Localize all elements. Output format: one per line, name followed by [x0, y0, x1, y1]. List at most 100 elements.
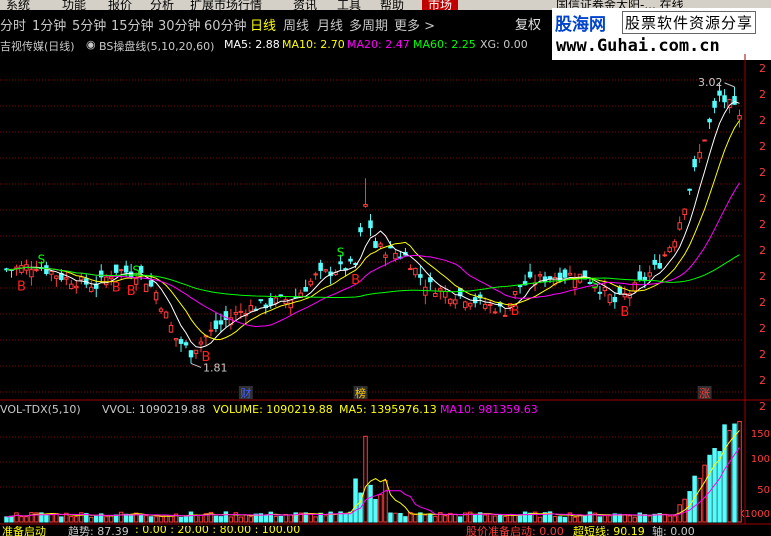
price-axis-label: 2 [759, 296, 766, 309]
volume-bar [213, 515, 219, 523]
candle-body [697, 151, 702, 159]
candle-body [732, 96, 737, 105]
candle-body [34, 268, 39, 271]
volume-bar [398, 512, 403, 523]
volume-bar [238, 516, 244, 523]
volume-bar [188, 511, 194, 523]
candle-body [482, 303, 488, 309]
volume-bar [59, 516, 64, 523]
candle-body [148, 280, 154, 287]
candle-body [702, 139, 707, 142]
candle-body [682, 208, 687, 216]
candle-body [383, 254, 388, 258]
volume-bar [627, 515, 633, 523]
candle-body [418, 274, 423, 278]
volume-bar [607, 515, 613, 523]
volume-bar [118, 511, 124, 523]
candle-body [637, 271, 643, 281]
high-price-label: 3.02 [698, 76, 723, 89]
volume-bar [732, 423, 737, 523]
volume-bar [353, 478, 358, 523]
event-marker-label: 榜 [355, 386, 366, 400]
buy-signal-mark: B [351, 273, 360, 288]
candle-body [323, 269, 328, 272]
candle-body [49, 270, 54, 275]
candle-body [492, 311, 498, 314]
volume-bar [707, 454, 712, 523]
volume-bar [373, 499, 378, 523]
candle-body [717, 90, 722, 96]
candle-body [393, 252, 398, 260]
candle-body [308, 280, 313, 286]
kline-chart[interactable]: 2222222222222215010050X10003.021.81B B BBB… [0, 0, 771, 536]
sell-signal-mark: S [337, 246, 345, 260]
candle-body [463, 301, 468, 309]
candle-body [677, 222, 682, 230]
bottom-indicator-bar: 准备启动 趋势: 87.39 : 0.00 : 20.00 : 80.00 : … [0, 526, 771, 536]
bottom-label: 准备启动 [2, 526, 46, 536]
volume-bar [642, 514, 648, 523]
candle-body [173, 338, 179, 341]
volume-bar [153, 516, 159, 523]
volume-bar [248, 516, 254, 523]
volume-bar [49, 513, 54, 523]
vol-ma5-value: MA5: 1395976.13 [339, 403, 437, 416]
candle-body [183, 342, 189, 346]
volume-bar [587, 511, 593, 523]
candle-body [153, 292, 159, 301]
candle-body [722, 95, 727, 103]
vol-indicator-name[interactable]: VOL-TDX(5,10) [0, 403, 81, 416]
bottom-axis: 轴: 0.00 [652, 526, 695, 536]
candle-body [69, 283, 74, 290]
candle-body [168, 324, 174, 333]
candle-body [542, 276, 548, 283]
volume-bar [363, 435, 368, 523]
volume-bar [308, 512, 313, 523]
volume-bar [388, 512, 393, 523]
volume-bar [492, 515, 498, 523]
ma10-line [6, 120, 740, 341]
candle-body [258, 299, 264, 302]
candle-body [692, 159, 697, 168]
candle-body [647, 272, 652, 277]
candle-body [707, 118, 712, 123]
buy-signal-mark: B [201, 350, 210, 365]
volume-bar [283, 514, 288, 523]
candle-body [64, 277, 69, 280]
buy-signal-mark: B [620, 305, 629, 320]
volume-bar [487, 513, 493, 523]
candle-body [612, 297, 618, 303]
candle-body [113, 264, 119, 273]
candle-body [358, 227, 363, 233]
candle-body [597, 291, 603, 294]
volume-bar [193, 514, 199, 523]
volume-bar [89, 516, 94, 523]
volume-bar [378, 494, 383, 523]
volume-bar [168, 515, 174, 523]
price-axis-label: 2 [759, 400, 766, 413]
volume-bar [597, 516, 603, 523]
sell-signal-mark: S [591, 277, 599, 291]
candle-body [562, 269, 568, 278]
candle-body [448, 298, 453, 304]
volume-bar [4, 516, 9, 523]
candle-body [567, 272, 573, 276]
candle-body [572, 279, 578, 288]
volume-bar [413, 514, 418, 523]
volume-bar [393, 512, 398, 523]
sell-signal-mark: S [38, 252, 46, 266]
high-price-pointer [724, 82, 735, 88]
candle-body [423, 286, 428, 296]
candle-body [652, 259, 657, 265]
candle-body [233, 312, 239, 315]
volume-bar [403, 516, 408, 523]
candle-body [517, 285, 523, 288]
volume-bar [697, 477, 702, 523]
volume-bar [517, 514, 523, 523]
volume-bar [183, 515, 189, 523]
volume-bar [368, 484, 373, 523]
volume-bar [268, 511, 274, 523]
candle-body [208, 329, 214, 332]
candle-body [103, 276, 109, 286]
candle-body [178, 339, 184, 344]
